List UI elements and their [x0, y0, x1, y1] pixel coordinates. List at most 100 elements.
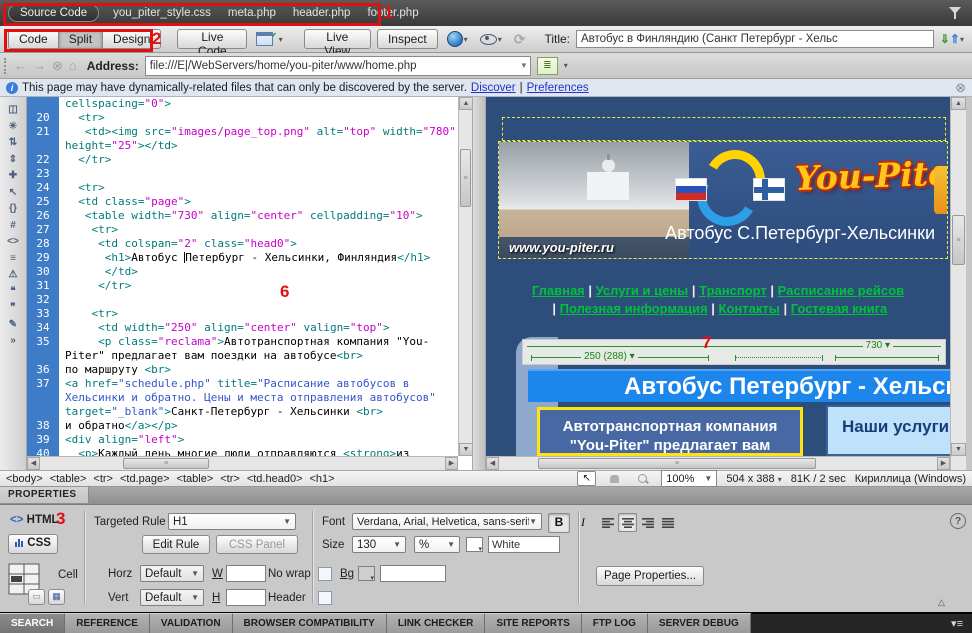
select-tool-icon[interactable]: ↖	[577, 471, 596, 486]
scroll-right-icon[interactable]: ▶	[445, 457, 458, 470]
code-vertical-scrollbar[interactable]: ▲ ≡ ▼	[458, 97, 472, 456]
view-options-icon[interactable]: ≣	[537, 57, 558, 75]
code-horizontal-scrollbar[interactable]: ◀ ≡ ▶	[27, 456, 458, 470]
remove-comment-icon[interactable]: ❞	[10, 303, 15, 313]
bg-color-swatch[interactable]	[358, 566, 375, 581]
format-source-code-icon[interactable]: ✎	[9, 320, 17, 330]
home-icon[interactable]: ⌂	[69, 59, 77, 72]
column-width-label[interactable]: 250 (288) ▾	[581, 351, 638, 362]
address-input[interactable]	[146, 60, 530, 72]
results-tab-reference[interactable]: REFERENCE	[65, 613, 150, 633]
balance-braces-icon[interactable]: {}	[9, 204, 17, 214]
table-width-bar[interactable]: 730 ▾ 250 (288) ▾	[522, 339, 946, 365]
wrap-lines-icon[interactable]: ≡	[10, 254, 16, 264]
design-hscroll-thumb[interactable]: ≡	[538, 458, 816, 469]
tag-selector-item[interactable]: <table>	[177, 473, 214, 485]
design-nav-link[interactable]: Расписание рейсов	[778, 283, 904, 298]
design-nav-link[interactable]: Транспорт	[699, 283, 767, 298]
header-checkbox[interactable]	[318, 591, 332, 605]
discover-link[interactable]: Discover	[471, 82, 516, 94]
text-color-input[interactable]	[488, 536, 560, 553]
design-nav-link[interactable]: Услуги и цены	[596, 283, 689, 298]
scroll-right-icon[interactable]: ▶	[937, 457, 950, 470]
results-tab-search[interactable]: SEARCH	[0, 613, 65, 633]
expand-all-icon[interactable]: ✚	[9, 171, 17, 181]
zoom-tool-icon[interactable]	[633, 471, 652, 486]
html-mode-button[interactable]: <> HTML	[10, 514, 59, 526]
results-tab-server-debug[interactable]: SERVER DEBUG	[648, 613, 751, 633]
split-view-divider[interactable]	[472, 97, 486, 470]
merge-cells-icon[interactable]: ▭	[28, 589, 45, 605]
hand-tool-icon[interactable]	[605, 471, 624, 486]
results-tab-ftp-log[interactable]: FTP LOG	[582, 613, 648, 633]
preferences-link[interactable]: Preferences	[527, 82, 589, 94]
highlight-invalid-code-icon[interactable]: <>	[7, 237, 19, 247]
page-properties-button[interactable]: Page Properties...	[596, 566, 704, 586]
table-width-label[interactable]: 730 ▾	[863, 340, 893, 351]
syntax-error-alerts-icon[interactable]: ⚠	[9, 270, 18, 280]
tag-selector-item[interactable]: <tr>	[93, 473, 113, 485]
file-management-icon[interactable]: ⇓⇑▾	[940, 32, 964, 46]
empty-table-row-outline[interactable]	[502, 117, 946, 141]
title-input[interactable]	[576, 30, 934, 48]
panel-menu-icon[interactable]: ▾≡	[951, 617, 972, 630]
code-editor[interactable]: cellspacing="0">20 <tr>21 <td><img src="…	[27, 97, 458, 456]
css-mode-button[interactable]: CSS	[8, 534, 58, 554]
design-nav-link[interactable]: Контакты	[719, 301, 780, 316]
design-nav-link[interactable]: Главная	[532, 283, 585, 298]
results-tab-site-reports[interactable]: SITE REPORTS	[485, 613, 581, 633]
collapse-full-tag-icon[interactable]: ⇅	[9, 138, 17, 148]
bg-input[interactable]	[380, 565, 446, 582]
toolbar-grip[interactable]	[4, 58, 8, 74]
forward-icon[interactable]: →	[33, 59, 46, 72]
targeted-rule-select[interactable]: H1▼	[168, 513, 296, 530]
code-hscroll-thumb[interactable]: ≡	[123, 458, 209, 469]
font-select[interactable]: Verdana, Arial, Helvetica, sans-serif▼	[352, 513, 542, 530]
tag-selector-item[interactable]: <h1>	[310, 473, 335, 485]
stop-icon[interactable]: ⊗	[52, 59, 63, 72]
tag-selector-item[interactable]: <tr>	[220, 473, 240, 485]
filter-related-files-icon[interactable]	[948, 6, 962, 20]
align-left-icon[interactable]	[598, 513, 617, 532]
css-panel-button[interactable]: CSS Panel	[216, 535, 298, 554]
line-numbers-icon[interactable]: #	[10, 221, 16, 231]
tag-selector-item[interactable]: <table>	[50, 473, 87, 485]
check-browser-compat-icon[interactable]: ✓▾	[253, 29, 285, 49]
magnification-select[interactable]: 100%▼	[661, 470, 717, 487]
page-heading-band[interactable]: Автобус Петербург - Хельсинки	[528, 369, 950, 402]
size-unit-select[interactable]: %▼	[414, 536, 460, 553]
scroll-down-icon[interactable]: ▼	[951, 443, 966, 456]
collapse-selection-icon[interactable]: ⇕	[9, 155, 17, 165]
bold-button[interactable]: B	[548, 513, 570, 533]
refresh-icon[interactable]: ⟳	[511, 29, 529, 49]
inspect-button[interactable]: Inspect	[377, 29, 438, 49]
text-color-swatch[interactable]	[466, 537, 483, 552]
edit-rule-button[interactable]: Edit Rule	[142, 535, 210, 554]
design-vertical-scrollbar[interactable]: ▲ ≡ ▼	[950, 97, 966, 470]
align-right-icon[interactable]	[638, 513, 657, 532]
align-center-icon[interactable]	[618, 513, 637, 532]
open-documents-icon[interactable]: ◫	[8, 105, 17, 115]
preview-in-browser-icon[interactable]: ▾	[444, 29, 471, 49]
align-justify-icon[interactable]	[658, 513, 677, 532]
split-cell-icon[interactable]: ▦	[48, 589, 65, 605]
back-icon[interactable]: ←	[14, 59, 27, 72]
window-size-popup[interactable]: 504 x 388 ▾	[726, 473, 781, 485]
help-icon[interactable]: ?	[950, 513, 966, 529]
w-input[interactable]	[226, 565, 266, 582]
address-dropdown-icon[interactable]: ▼	[520, 61, 528, 70]
tag-selector-item[interactable]: <body>	[6, 473, 43, 485]
site-banner[interactable]: You-Piter Автобус С.Петербург-Хельсинки …	[498, 141, 948, 259]
results-tab-link-checker[interactable]: LINK CHECKER	[387, 613, 486, 633]
live-view-button[interactable]: Live View	[304, 29, 371, 49]
results-tab-browser-compatibility[interactable]: BROWSER COMPATIBILITY	[233, 613, 387, 633]
h-input[interactable]	[226, 589, 266, 606]
code-vscroll-thumb[interactable]: ≡	[460, 149, 471, 207]
design-vscroll-thumb[interactable]: ≡	[952, 215, 965, 265]
no-wrap-checkbox[interactable]	[318, 567, 332, 581]
select-parent-tag-icon[interactable]: ↖	[9, 188, 17, 198]
tag-selector-item[interactable]: <td.head0>	[247, 473, 303, 485]
tag-selector-item[interactable]: <td.page>	[120, 473, 170, 485]
promo-text-box[interactable]: Автотранспортная компания "You-Piter" пр…	[537, 407, 803, 456]
scroll-left-icon[interactable]: ◀	[486, 457, 499, 470]
